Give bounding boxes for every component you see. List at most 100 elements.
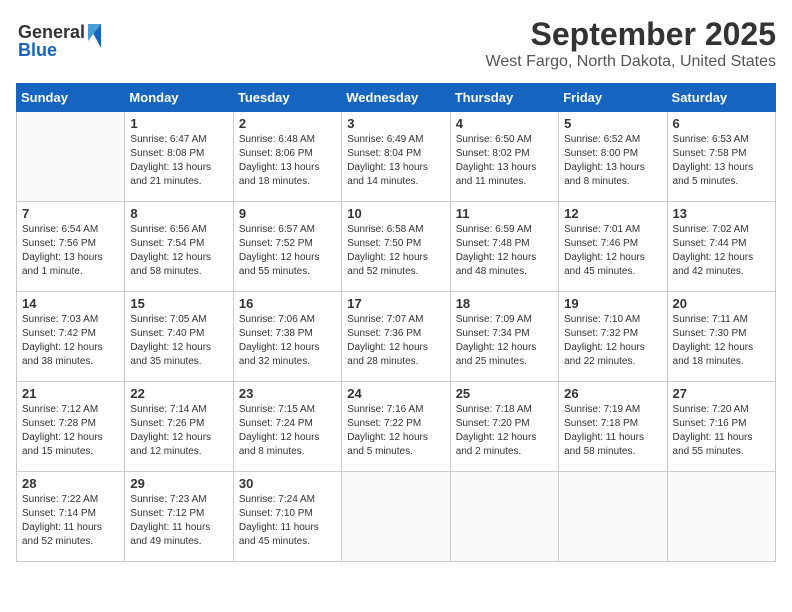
day-number: 16 bbox=[239, 296, 336, 311]
calendar-cell: 16 Sunrise: 7:06 AM Sunset: 7:38 PM Dayli… bbox=[233, 292, 341, 382]
calendar-week-row: 28 Sunrise: 7:22 AM Sunset: 7:14 PM Dayli… bbox=[17, 472, 776, 562]
calendar-cell: 12 Sunrise: 7:01 AM Sunset: 7:46 PM Dayli… bbox=[559, 202, 667, 292]
calendar-cell: 7Sunrise: 6:54 AM Sunset: 7:56 PM Daylig… bbox=[17, 202, 125, 292]
location-title: West Fargo, North Dakota, United States bbox=[486, 53, 777, 71]
calendar-cell bbox=[17, 112, 125, 202]
calendar-cell: 28 Sunrise: 7:22 AM Sunset: 7:14 PM Dayli… bbox=[17, 472, 125, 562]
title-block: September 2025 West Fargo, North Dakota,… bbox=[486, 16, 777, 71]
day-number: 12 bbox=[564, 206, 661, 221]
day-info: Sunrise: 7:11 AM Sunset: 7:30 PM Dayligh… bbox=[673, 313, 770, 369]
day-info: Sunrise: 6:47 AM Sunset: 8:08 PM Dayligh… bbox=[130, 133, 227, 189]
calendar-cell: 30 Sunrise: 7:24 AM Sunset: 7:10 PM Dayli… bbox=[233, 472, 341, 562]
day-number: 23 bbox=[239, 386, 336, 401]
day-info: Sunrise: 7:18 AM Sunset: 7:20 PM Dayligh… bbox=[456, 403, 553, 459]
day-number: 4 bbox=[456, 116, 553, 131]
day-info: Sunrise: 7:01 AM Sunset: 7:46 PM Dayligh… bbox=[564, 223, 661, 279]
day-info: Sunrise: 7:22 AM Sunset: 7:14 PM Dayligh… bbox=[22, 493, 119, 549]
day-number: 13 bbox=[673, 206, 770, 221]
calendar-cell: 19 Sunrise: 7:10 AM Sunset: 7:32 PM Dayli… bbox=[559, 292, 667, 382]
day-info: Sunrise: 6:52 AM Sunset: 8:00 PM Dayligh… bbox=[564, 133, 661, 189]
calendar-cell bbox=[450, 472, 558, 562]
calendar-week-row: 7Sunrise: 6:54 AM Sunset: 7:56 PM Daylig… bbox=[17, 202, 776, 292]
day-number: 22 bbox=[130, 386, 227, 401]
day-info: Sunrise: 7:15 AM Sunset: 7:24 PM Dayligh… bbox=[239, 403, 336, 459]
page-header: General Blue September 2025 West Fargo, … bbox=[16, 16, 776, 71]
day-info: Sunrise: 7:06 AM Sunset: 7:38 PM Dayligh… bbox=[239, 313, 336, 369]
day-info: Sunrise: 7:10 AM Sunset: 7:32 PM Dayligh… bbox=[564, 313, 661, 369]
weekday-header-tuesday: Tuesday bbox=[233, 84, 341, 112]
calendar-cell: 11Sunrise: 6:59 AM Sunset: 7:48 PM Dayli… bbox=[450, 202, 558, 292]
logo-svg: General Blue bbox=[16, 16, 126, 66]
day-number: 1 bbox=[130, 116, 227, 131]
day-number: 10 bbox=[347, 206, 444, 221]
day-info: Sunrise: 7:07 AM Sunset: 7:36 PM Dayligh… bbox=[347, 313, 444, 369]
day-number: 21 bbox=[22, 386, 119, 401]
day-number: 14 bbox=[22, 296, 119, 311]
calendar-cell: 21 Sunrise: 7:12 AM Sunset: 7:28 PM Dayli… bbox=[17, 382, 125, 472]
day-number: 25 bbox=[456, 386, 553, 401]
calendar-cell: 24Sunrise: 7:16 AM Sunset: 7:22 PM Dayli… bbox=[342, 382, 450, 472]
calendar-cell: 1 Sunrise: 6:47 AM Sunset: 8:08 PM Daylig… bbox=[125, 112, 233, 202]
weekday-header-sunday: Sunday bbox=[17, 84, 125, 112]
day-info: Sunrise: 6:58 AM Sunset: 7:50 PM Dayligh… bbox=[347, 223, 444, 279]
day-number: 17 bbox=[347, 296, 444, 311]
calendar-cell: 9Sunrise: 6:57 AM Sunset: 7:52 PM Daylig… bbox=[233, 202, 341, 292]
calendar-cell: 4Sunrise: 6:50 AM Sunset: 8:02 PM Daylig… bbox=[450, 112, 558, 202]
day-number: 8 bbox=[130, 206, 227, 221]
day-number: 3 bbox=[347, 116, 444, 131]
weekday-header-thursday: Thursday bbox=[450, 84, 558, 112]
day-info: Sunrise: 7:24 AM Sunset: 7:10 PM Dayligh… bbox=[239, 493, 336, 549]
month-title: September 2025 bbox=[486, 16, 777, 53]
logo: General Blue bbox=[16, 16, 126, 66]
calendar-cell: 2 Sunrise: 6:48 AM Sunset: 8:06 PM Daylig… bbox=[233, 112, 341, 202]
calendar-cell: 29 Sunrise: 7:23 AM Sunset: 7:12 PM Dayli… bbox=[125, 472, 233, 562]
weekday-header-wednesday: Wednesday bbox=[342, 84, 450, 112]
svg-text:General: General bbox=[18, 22, 85, 42]
day-info: Sunrise: 7:16 AM Sunset: 7:22 PM Dayligh… bbox=[347, 403, 444, 459]
day-info: Sunrise: 7:19 AM Sunset: 7:18 PM Dayligh… bbox=[564, 403, 661, 459]
calendar-cell bbox=[559, 472, 667, 562]
calendar-cell: 3Sunrise: 6:49 AM Sunset: 8:04 PM Daylig… bbox=[342, 112, 450, 202]
day-info: Sunrise: 6:53 AM Sunset: 7:58 PM Dayligh… bbox=[673, 133, 770, 189]
calendar-cell: 27 Sunrise: 7:20 AM Sunset: 7:16 PM Dayli… bbox=[667, 382, 775, 472]
day-number: 28 bbox=[22, 476, 119, 491]
calendar-cell: 14 Sunrise: 7:03 AM Sunset: 7:42 PM Dayli… bbox=[17, 292, 125, 382]
calendar-week-row: 14 Sunrise: 7:03 AM Sunset: 7:42 PM Dayli… bbox=[17, 292, 776, 382]
calendar-cell: 13 Sunrise: 7:02 AM Sunset: 7:44 PM Dayli… bbox=[667, 202, 775, 292]
day-info: Sunrise: 6:59 AM Sunset: 7:48 PM Dayligh… bbox=[456, 223, 553, 279]
day-number: 27 bbox=[673, 386, 770, 401]
calendar-cell: 26 Sunrise: 7:19 AM Sunset: 7:18 PM Dayli… bbox=[559, 382, 667, 472]
calendar-cell: 15Sunrise: 7:05 AM Sunset: 7:40 PM Dayli… bbox=[125, 292, 233, 382]
calendar-cell: 10 Sunrise: 6:58 AM Sunset: 7:50 PM Dayli… bbox=[342, 202, 450, 292]
day-number: 18 bbox=[456, 296, 553, 311]
day-info: Sunrise: 6:48 AM Sunset: 8:06 PM Dayligh… bbox=[239, 133, 336, 189]
day-number: 2 bbox=[239, 116, 336, 131]
day-info: Sunrise: 7:09 AM Sunset: 7:34 PM Dayligh… bbox=[456, 313, 553, 369]
svg-text:Blue: Blue bbox=[18, 40, 57, 60]
calendar-table: SundayMondayTuesdayWednesdayThursdayFrid… bbox=[16, 83, 776, 562]
calendar-cell: 5Sunrise: 6:52 AM Sunset: 8:00 PM Daylig… bbox=[559, 112, 667, 202]
day-number: 6 bbox=[673, 116, 770, 131]
day-info: Sunrise: 6:56 AM Sunset: 7:54 PM Dayligh… bbox=[130, 223, 227, 279]
day-info: Sunrise: 7:02 AM Sunset: 7:44 PM Dayligh… bbox=[673, 223, 770, 279]
calendar-week-row: 21 Sunrise: 7:12 AM Sunset: 7:28 PM Dayli… bbox=[17, 382, 776, 472]
day-number: 19 bbox=[564, 296, 661, 311]
day-info: Sunrise: 7:14 AM Sunset: 7:26 PM Dayligh… bbox=[130, 403, 227, 459]
day-info: Sunrise: 7:20 AM Sunset: 7:16 PM Dayligh… bbox=[673, 403, 770, 459]
calendar-cell: 17 Sunrise: 7:07 AM Sunset: 7:36 PM Dayli… bbox=[342, 292, 450, 382]
day-info: Sunrise: 6:54 AM Sunset: 7:56 PM Dayligh… bbox=[22, 223, 119, 279]
day-number: 26 bbox=[564, 386, 661, 401]
calendar-cell: 8 Sunrise: 6:56 AM Sunset: 7:54 PM Daylig… bbox=[125, 202, 233, 292]
day-info: Sunrise: 7:05 AM Sunset: 7:40 PM Dayligh… bbox=[130, 313, 227, 369]
day-number: 30 bbox=[239, 476, 336, 491]
day-info: Sunrise: 7:03 AM Sunset: 7:42 PM Dayligh… bbox=[22, 313, 119, 369]
day-number: 29 bbox=[130, 476, 227, 491]
calendar-cell: 20Sunrise: 7:11 AM Sunset: 7:30 PM Dayli… bbox=[667, 292, 775, 382]
day-info: Sunrise: 7:12 AM Sunset: 7:28 PM Dayligh… bbox=[22, 403, 119, 459]
day-number: 9 bbox=[239, 206, 336, 221]
calendar-cell: 25 Sunrise: 7:18 AM Sunset: 7:20 PM Dayli… bbox=[450, 382, 558, 472]
weekday-header-saturday: Saturday bbox=[667, 84, 775, 112]
day-info: Sunrise: 7:23 AM Sunset: 7:12 PM Dayligh… bbox=[130, 493, 227, 549]
calendar-cell: 23 Sunrise: 7:15 AM Sunset: 7:24 PM Dayli… bbox=[233, 382, 341, 472]
calendar-cell: 22 Sunrise: 7:14 AM Sunset: 7:26 PM Dayli… bbox=[125, 382, 233, 472]
